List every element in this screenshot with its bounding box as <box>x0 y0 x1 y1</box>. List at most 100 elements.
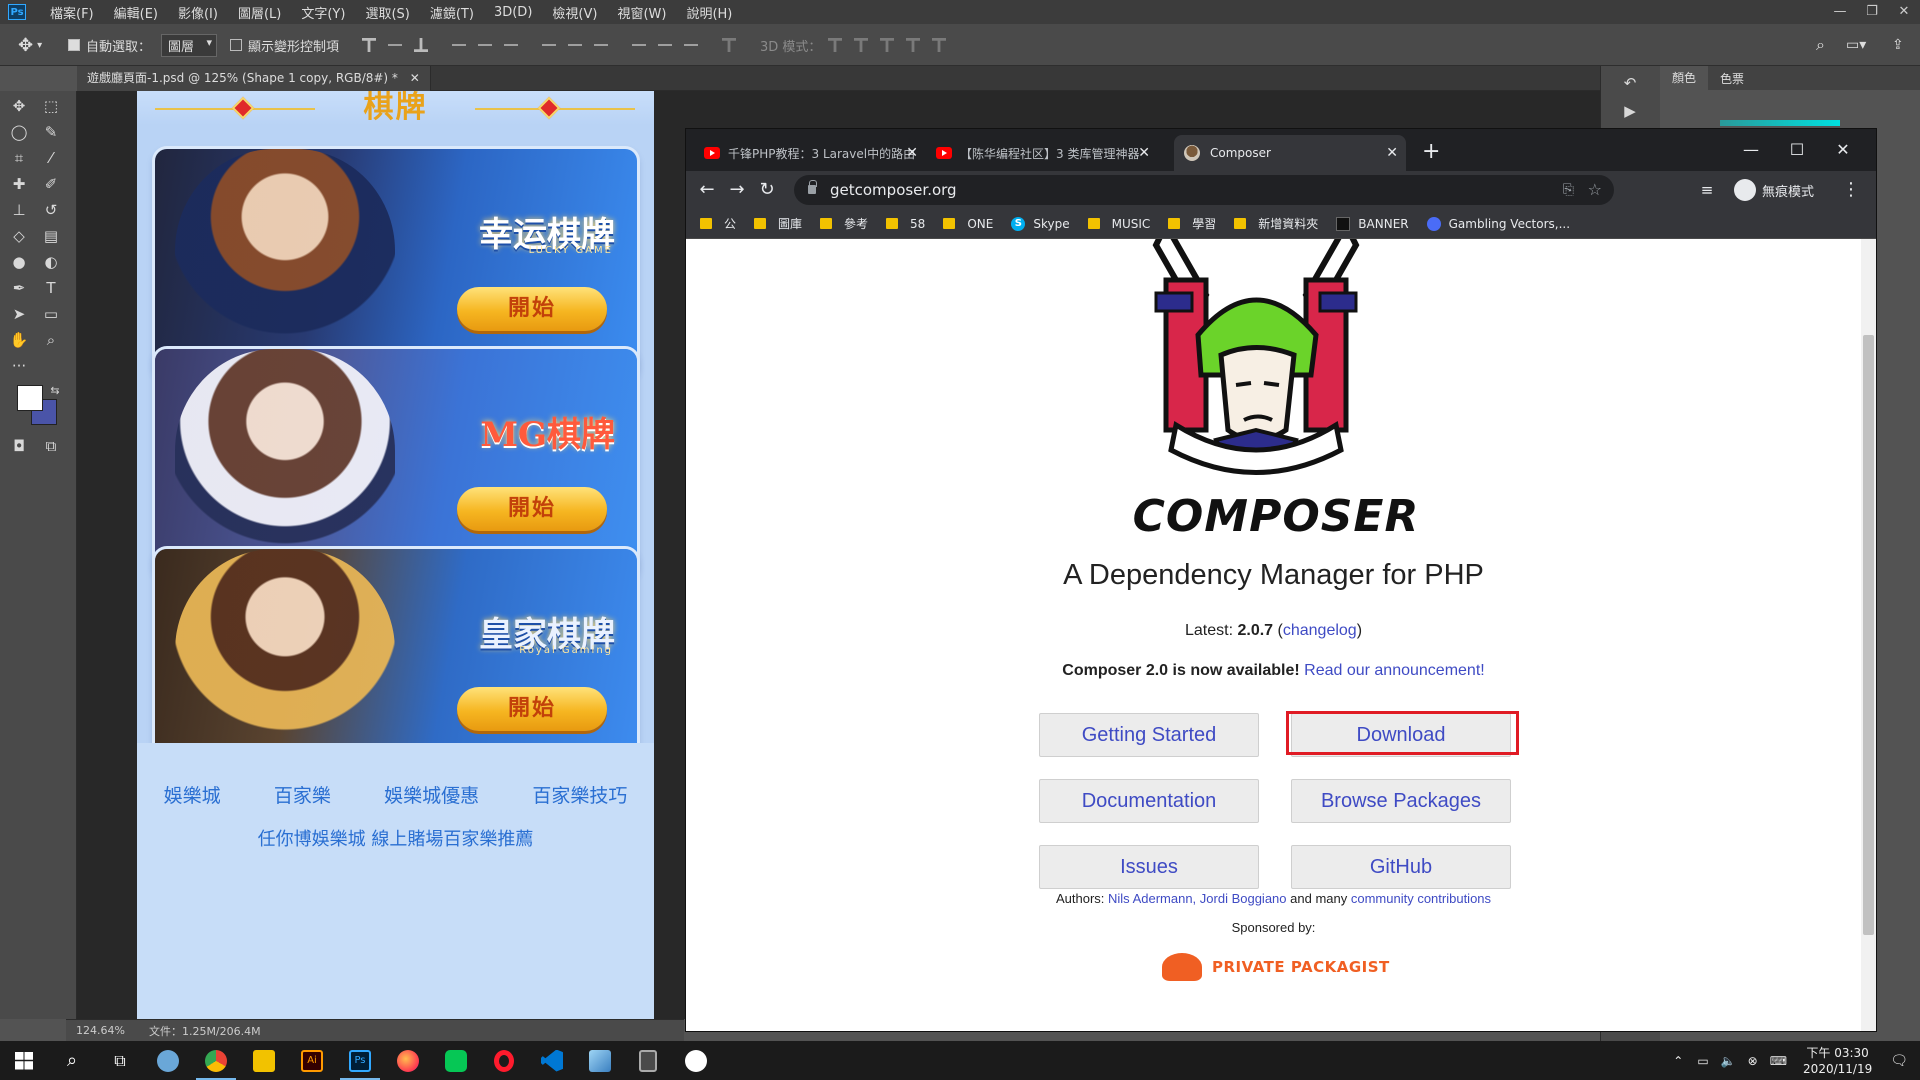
zoom-tool-icon[interactable]: ⌕ <box>40 329 62 351</box>
hand-tool-icon[interactable]: ✋ <box>8 329 30 351</box>
vscode-icon[interactable] <box>528 1041 576 1080</box>
forward-icon[interactable]: → <box>724 177 750 203</box>
bookmark-item[interactable]: 學習 <box>1168 215 1216 232</box>
app-icon[interactable] <box>144 1041 192 1080</box>
scrollbar-thumb[interactable] <box>1863 335 1874 935</box>
game-card-mg[interactable]: MG棋牌 開始 <box>155 349 637 575</box>
footer-link[interactable]: 百家樂技巧 <box>532 781 627 808</box>
foreground-color-swatch[interactable] <box>17 385 43 411</box>
align-right-icon[interactable] <box>504 44 518 46</box>
marquee-tool-icon[interactable]: ⬚ <box>40 95 62 117</box>
start-icon[interactable] <box>0 1041 48 1080</box>
close-icon[interactable]: ✕ <box>1820 135 1866 165</box>
browse-packages-button[interactable]: Browse Packages <box>1291 779 1511 823</box>
healing-tool-icon[interactable]: ✚ <box>8 173 30 195</box>
task-view-icon[interactable]: ⧉ <box>96 1041 144 1080</box>
color-slider[interactable] <box>1720 120 1840 126</box>
browser-tab-active[interactable]: Composer ✕ <box>1174 135 1406 171</box>
type-tool-icon[interactable]: T <box>40 277 62 299</box>
firefox-icon[interactable] <box>384 1041 432 1080</box>
distribute-top-icon[interactable] <box>542 44 556 46</box>
maximize-icon[interactable]: ☐ <box>1774 135 1820 165</box>
browser-tab[interactable]: 【陈华编程社区】3 类库管理神器 ✕ <box>926 135 1158 171</box>
menu-view[interactable]: 檢視(V) <box>542 3 607 22</box>
authors-link[interactable]: Nils Adermann, Jordi Boggiano <box>1108 891 1287 906</box>
clock[interactable]: 下午 03:30 2020/11/19 <box>1803 1045 1872 1077</box>
announcement-link[interactable]: Read our announcement! <box>1304 662 1485 679</box>
page-scrollbar[interactable] <box>1861 239 1876 1031</box>
shape-tool-icon[interactable]: ▭ <box>40 303 62 325</box>
3d-orbit-icon[interactable] <box>828 38 842 52</box>
play-icon[interactable]: ▶ <box>1619 100 1641 122</box>
menu-file[interactable]: 檔案(F) <box>40 3 104 22</box>
document-tab[interactable]: 遊戲廳頁面-1.psd @ 125% (Shape 1 copy, RGB/8#… <box>77 66 431 91</box>
swap-colors-icon[interactable]: ⇆ <box>44 379 66 401</box>
design-canvas[interactable]: 棋牌 幸运棋牌 LUCKY GAME 開始 MG棋牌 開始 皇家棋牌 Royal… <box>137 91 654 1019</box>
close-icon[interactable]: ✕ <box>1888 0 1920 24</box>
distribute-left-icon[interactable] <box>632 44 646 46</box>
volume-icon[interactable]: 🔈 <box>1721 1054 1736 1068</box>
bookmark-item[interactable]: Gambling Vectors,... <box>1426 216 1570 231</box>
show-transform-option[interactable]: 顯示變形控制項 <box>230 24 339 66</box>
eraser-tool-icon[interactable]: ◇ <box>8 225 30 247</box>
opera-icon[interactable] <box>480 1041 528 1080</box>
pen-tool-icon[interactable]: ✒ <box>8 277 30 299</box>
menu-filter[interactable]: 濾鏡(T) <box>420 3 484 22</box>
bookmark-item[interactable]: S Skype <box>1011 216 1070 231</box>
contributions-link[interactable]: community contributions <box>1351 891 1491 906</box>
share-icon[interactable]: ⇪ <box>1892 24 1904 66</box>
tab-color[interactable]: 顏色 <box>1660 66 1709 90</box>
eyedropper-tool-icon[interactable]: ⁄ <box>40 147 62 169</box>
card-start-button[interactable]: 開始 <box>457 687 607 731</box>
menu-type[interactable]: 文字(Y) <box>291 3 355 22</box>
minimize-icon[interactable]: — <box>1728 135 1774 165</box>
history-brush-icon[interactable]: ↺ <box>40 199 62 221</box>
show-transform-checkbox[interactable] <box>230 39 242 51</box>
zoom-level[interactable]: 124.64% <box>76 1024 125 1037</box>
calculator-icon[interactable] <box>624 1041 672 1080</box>
network-icon[interactable]: ▭ <box>1697 1054 1708 1068</box>
photoshop-icon[interactable]: Ps <box>336 1041 384 1080</box>
documentation-button[interactable]: Documentation <box>1039 779 1259 823</box>
bookmark-item[interactable]: 58 <box>886 217 925 231</box>
reload-icon[interactable]: ↻ <box>754 177 780 203</box>
align-bottom-icon[interactable] <box>414 38 428 52</box>
bookmark-item[interactable]: ONE <box>943 217 993 231</box>
blur-tool-icon[interactable]: ● <box>8 251 30 273</box>
move-tool-icon[interactable]: ✥ <box>8 95 30 117</box>
bookmark-item[interactable]: 圖庫 <box>754 215 802 232</box>
address-bar[interactable]: getcomposer.org ⎘ ☆ <box>794 175 1614 205</box>
restore-icon[interactable]: ❐ <box>1856 0 1888 24</box>
close-icon[interactable]: ✕ <box>410 71 420 85</box>
close-icon[interactable]: ✕ <box>1138 145 1150 161</box>
bookmark-item[interactable]: BANNER <box>1336 216 1409 231</box>
3d-pan-icon[interactable] <box>880 38 894 52</box>
close-icon[interactable]: ✕ <box>1386 145 1398 161</box>
auto-align-icon[interactable] <box>722 38 736 52</box>
translate-icon[interactable]: ⎘ <box>1563 175 1574 205</box>
getting-started-button[interactable]: Getting Started <box>1039 713 1259 757</box>
illustrator-icon[interactable]: Ai <box>288 1041 336 1080</box>
crop-tool-icon[interactable]: ⌗ <box>8 147 30 169</box>
lasso-tool-icon[interactable]: ◯ <box>8 121 30 143</box>
new-tab-icon[interactable]: + <box>1422 139 1440 164</box>
back-icon[interactable]: ← <box>694 177 720 203</box>
tab-swatches[interactable]: 色票 <box>1708 70 1756 87</box>
gradient-tool-icon[interactable]: ▤ <box>40 225 62 247</box>
card-start-button[interactable]: 開始 <box>457 287 607 331</box>
chrome-icon[interactable] <box>192 1041 240 1080</box>
footer-link[interactable]: 娛樂城 <box>164 781 221 808</box>
auto-select-checkbox[interactable] <box>68 39 80 51</box>
auto-select-option[interactable]: 自動選取： 圖層 <box>68 24 218 66</box>
github-button[interactable]: GitHub <box>1291 845 1511 889</box>
align-hcenter-icon[interactable] <box>478 44 492 46</box>
menu-select[interactable]: 選取(S) <box>355 3 419 22</box>
align-top-icon[interactable] <box>362 38 376 52</box>
bookmark-item[interactable]: 公 <box>700 215 736 232</box>
distribute-bottom-icon[interactable] <box>594 44 608 46</box>
reading-list-icon[interactable]: ≡ <box>1694 177 1720 203</box>
game-card-lucky[interactable]: 幸运棋牌 LUCKY GAME 開始 <box>155 149 637 375</box>
app-tray-icon[interactable]: ⊗ <box>1748 1054 1758 1068</box>
footer-link[interactable]: 百家樂 <box>274 781 331 808</box>
quick-mask-icon[interactable]: ◘ <box>8 435 30 457</box>
